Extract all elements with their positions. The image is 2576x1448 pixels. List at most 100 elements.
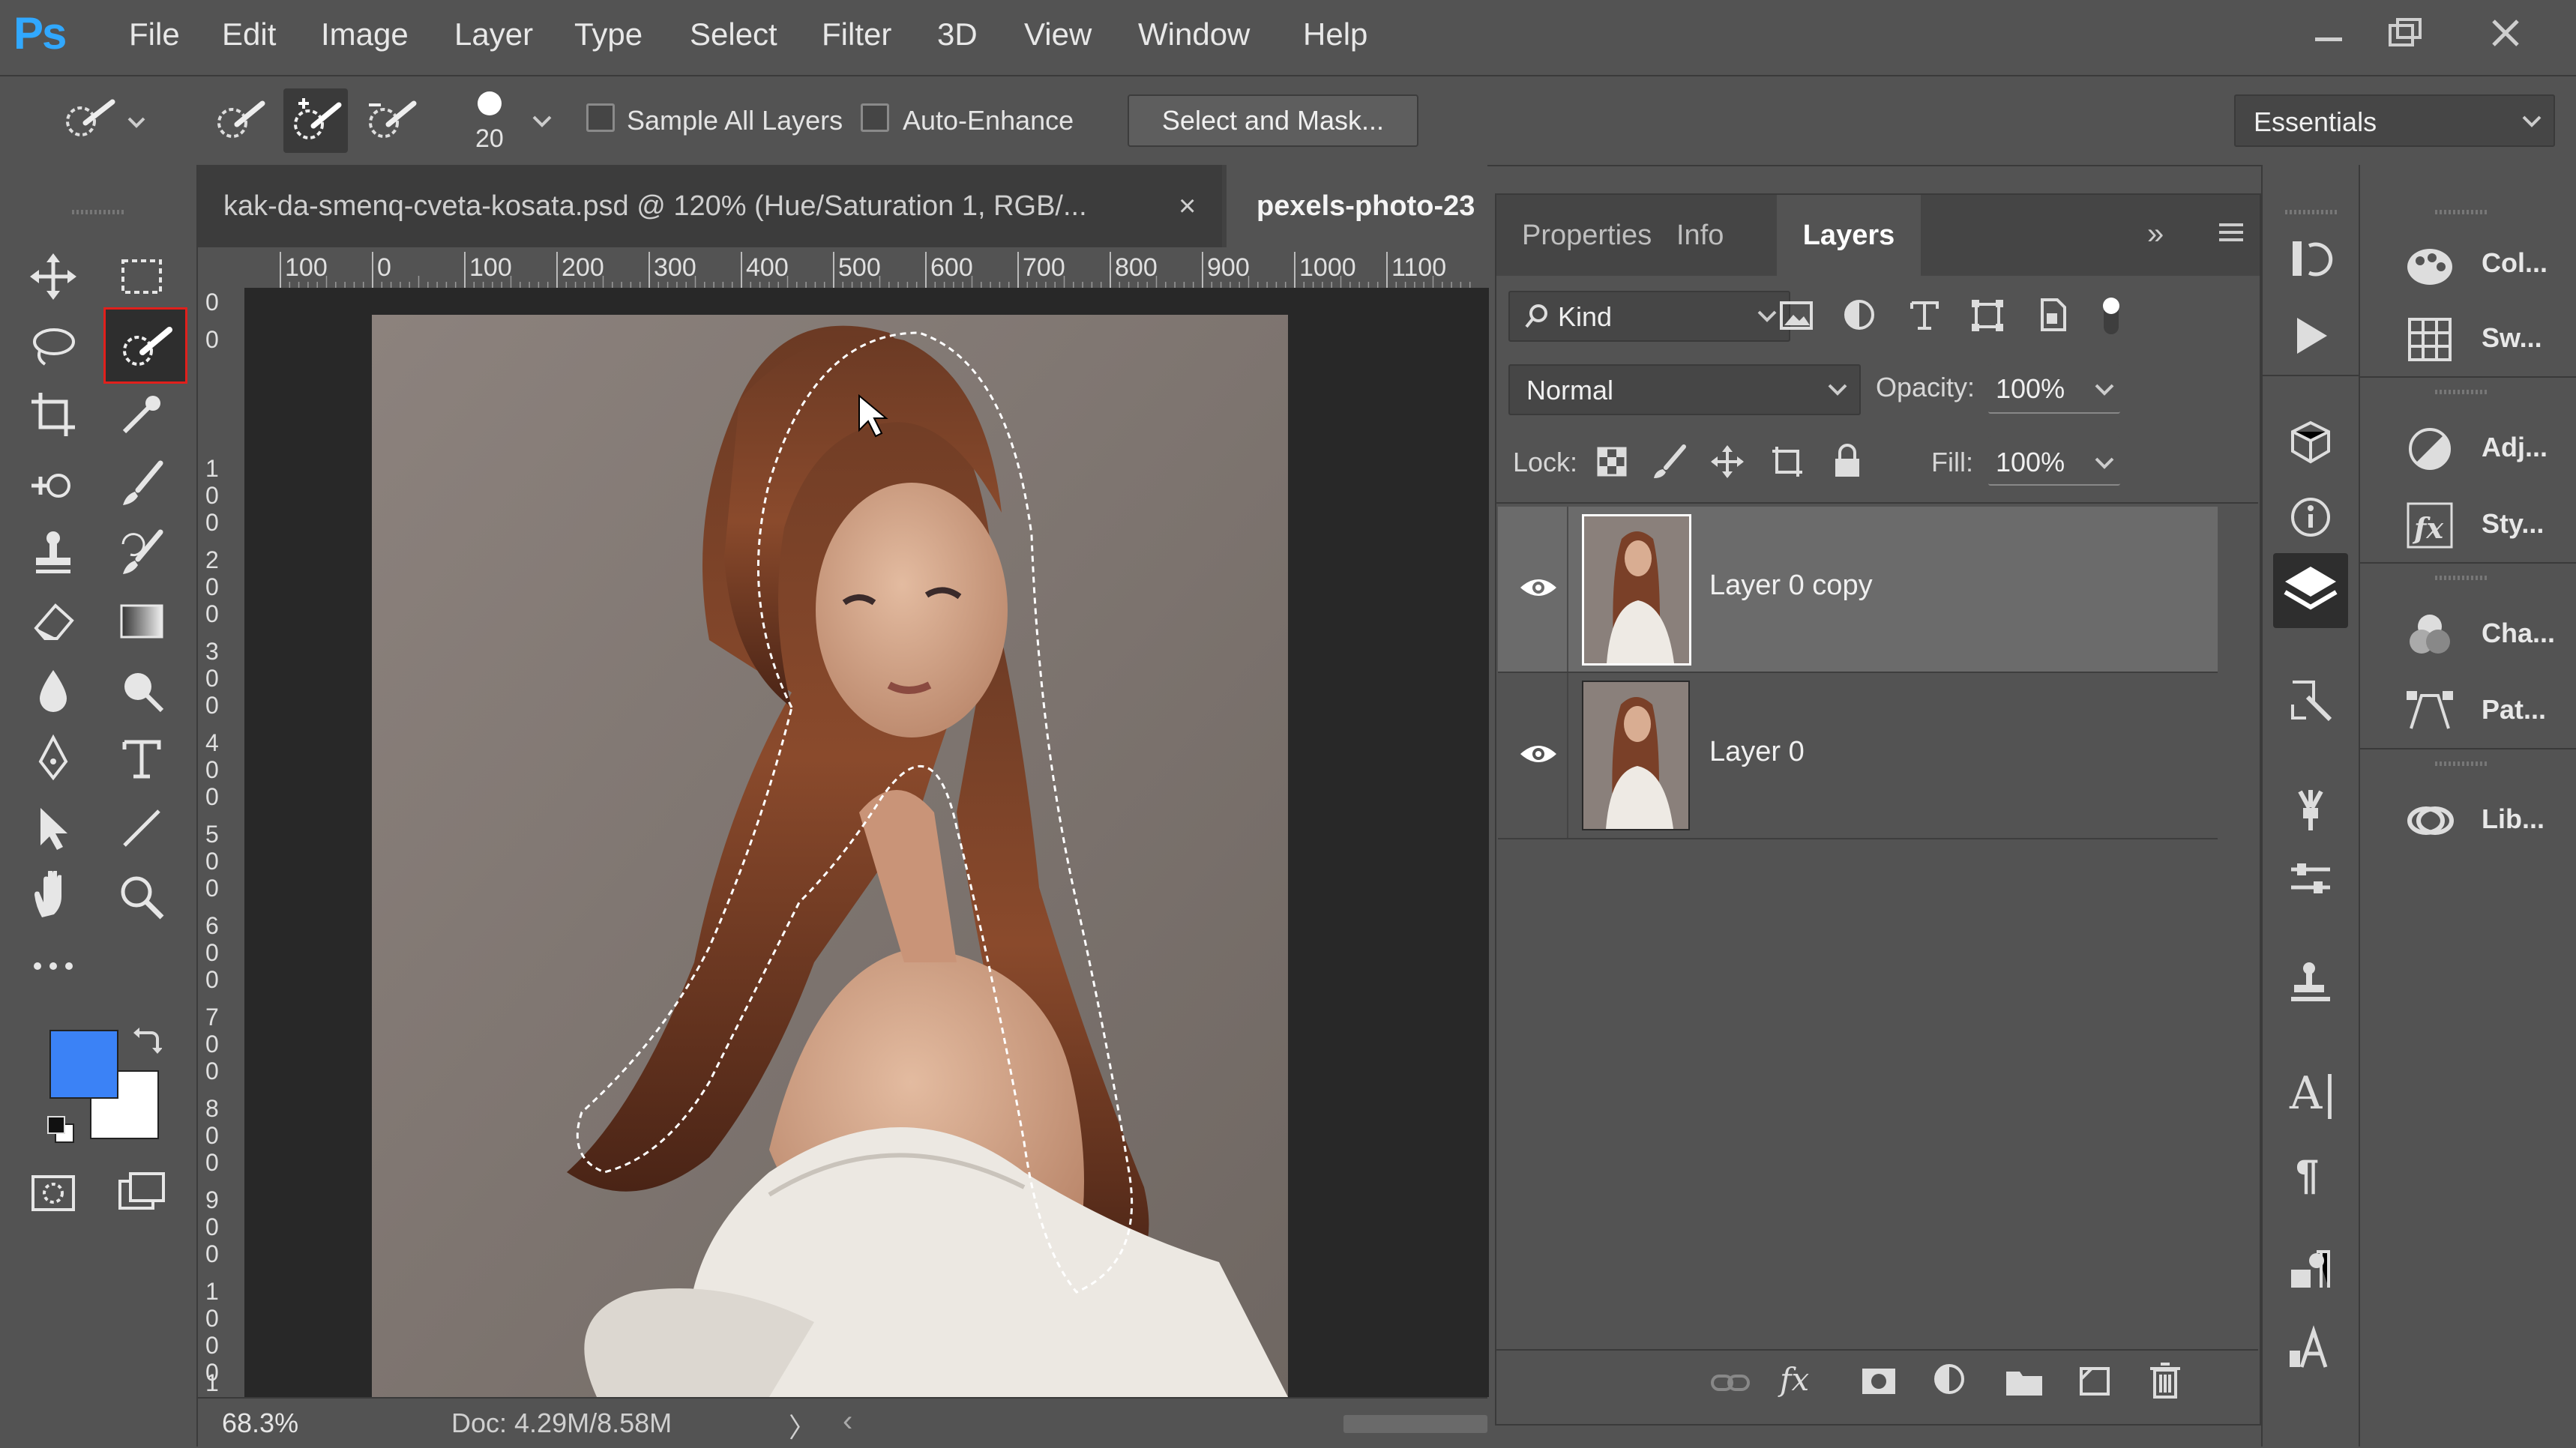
paths-panel-button[interactable]: Pat... (2372, 681, 2575, 740)
eye-icon[interactable] (1517, 740, 1559, 767)
adjustments-panel-button[interactable]: Adj... (2372, 418, 2575, 478)
lock-position-icon[interactable] (1709, 444, 1745, 480)
history-brush-icon[interactable] (108, 520, 175, 585)
filter-shape-icon[interactable] (1969, 297, 2006, 334)
toolbox-grip[interactable] (72, 210, 124, 214)
brush-size-value[interactable]: 20 (475, 124, 504, 154)
filter-adjustment-icon[interactable] (1841, 297, 1879, 334)
brush-preview-icon[interactable] (471, 88, 508, 118)
subtract-from-selection-mode-icon[interactable] (361, 94, 421, 147)
menu-window[interactable]: Window (1138, 16, 1250, 52)
lock-transparent-pixels-icon[interactable] (1594, 444, 1630, 480)
panel-grip[interactable] (2435, 576, 2488, 580)
filter-pixel-icon[interactable] (1775, 297, 1820, 334)
character-icon[interactable]: A| (2290, 1067, 2338, 1120)
menu-help[interactable]: Help (1303, 16, 1367, 52)
menu-image[interactable]: Image (321, 16, 409, 52)
path-selection-icon[interactable] (19, 796, 87, 860)
swatches-panel-button[interactable]: Sw... (2372, 309, 2575, 369)
restore-icon[interactable] (2368, 7, 2443, 60)
history-icon[interactable] (2287, 235, 2335, 283)
line-icon[interactable] (108, 796, 175, 860)
menu-filter[interactable]: Filter (822, 16, 891, 52)
panel-menu-icon[interactable] (2218, 220, 2245, 247)
tool-preset-picker[interactable] (51, 94, 156, 147)
menu-3d[interactable]: 3D (937, 16, 978, 52)
lock-artboard-icon[interactable] (1769, 444, 1805, 480)
new-selection-mode-icon[interactable] (210, 94, 270, 147)
move-icon[interactable] (19, 244, 87, 309)
brush-settings-icon[interactable] (2287, 854, 2335, 902)
brushes-icon[interactable] (2287, 785, 2335, 833)
layer-name[interactable]: Layer 0 (1709, 736, 1805, 768)
new-adjustment-layer-icon[interactable] (1931, 1361, 1970, 1400)
brush-presets-icon[interactable] (2285, 675, 2336, 725)
brush-icon[interactable] (108, 451, 175, 516)
workspace-dropdown[interactable]: Essentials (2234, 94, 2555, 147)
menu-file[interactable]: File (129, 16, 180, 52)
close-tab-icon[interactable]: × (1179, 165, 1196, 247)
pen-icon[interactable] (19, 727, 87, 791)
lock-image-pixels-icon[interactable] (1652, 444, 1688, 480)
tab-properties[interactable]: Properties (1522, 195, 1652, 276)
quick-mask-icon[interactable] (19, 1160, 87, 1225)
type-icon[interactable] (108, 727, 175, 791)
color-panel-button[interactable]: Col... (2372, 234, 2575, 294)
rectangular-marquee-icon[interactable] (108, 244, 175, 309)
menu-select[interactable]: Select (690, 16, 777, 52)
clone-source-icon[interactable] (2287, 958, 2335, 1006)
actions-play-icon[interactable] (2287, 312, 2335, 360)
eye-icon[interactable] (1517, 574, 1559, 601)
zoom-level[interactable]: 68.3% (222, 1408, 298, 1439)
minimize-icon[interactable] (2291, 7, 2366, 60)
blur-icon[interactable] (19, 658, 87, 723)
close-icon[interactable] (2468, 7, 2543, 60)
document-tab-psd[interactable]: kak-da-smenq-cveta-kosata.psd @ 120% (Hu… (198, 165, 1222, 247)
3d-icon[interactable] (2287, 418, 2335, 466)
libraries-panel-button[interactable]: Lib... (2372, 790, 2575, 850)
layers-icon-button[interactable] (2273, 553, 2348, 628)
layer-thumbnail[interactable] (1582, 681, 1690, 830)
menu-layer[interactable]: Layer (454, 16, 533, 52)
menu-edit[interactable]: Edit (222, 16, 276, 52)
panel-grip[interactable] (2285, 210, 2338, 214)
paragraph-icon[interactable]: ¶ (2296, 1150, 2319, 1198)
lasso-icon[interactable] (19, 313, 87, 378)
link-layers-icon[interactable] (1708, 1364, 1753, 1402)
foreground-color-swatch[interactable] (49, 1030, 118, 1099)
add-mask-icon[interactable] (1859, 1363, 1898, 1400)
character-styles-icon[interactable] (2287, 1324, 2335, 1372)
menu-type[interactable]: Type (574, 16, 643, 52)
tab-info[interactable]: Info (1676, 195, 1724, 276)
photo-image[interactable] (244, 288, 1489, 1397)
eraser-icon[interactable] (19, 589, 87, 654)
dodge-icon[interactable] (108, 658, 175, 723)
tab-layers[interactable]: Layers (1777, 195, 1921, 276)
layer-row[interactable]: Layer 0 copy (1498, 507, 2218, 673)
info-icon[interactable] (2287, 493, 2335, 541)
status-menu-arrow[interactable]: 〉 (789, 1406, 816, 1445)
blend-mode-dropdown[interactable]: Normal (1508, 364, 1861, 415)
crop-icon[interactable] (19, 382, 87, 447)
new-group-folder-icon[interactable] (2003, 1363, 2045, 1400)
auto-enhance-checkbox[interactable] (861, 103, 889, 132)
document-canvas[interactable] (244, 288, 1489, 1397)
default-colors-icon[interactable] (46, 1115, 76, 1145)
sample-all-layers-checkbox[interactable] (586, 103, 615, 132)
panel-grip[interactable] (2435, 761, 2488, 766)
filter-toggle-icon[interactable] (2096, 294, 2126, 339)
expand-panel-icon[interactable]: » (2147, 217, 2164, 251)
gradient-icon[interactable] (108, 589, 175, 654)
styles-panel-button[interactable]: fx Sty... (2372, 495, 2575, 555)
screen-mode-icon[interactable] (108, 1160, 175, 1225)
layer-row[interactable]: Layer 0 (1498, 673, 2218, 839)
menu-view[interactable]: View (1024, 16, 1092, 52)
fill-field[interactable]: 100% (1988, 436, 2120, 486)
hand-icon[interactable] (19, 865, 87, 929)
spot-healing-icon[interactable] (19, 451, 87, 516)
filter-type-icon[interactable] (1906, 297, 1943, 334)
horizontal-scrollbar[interactable] (1343, 1415, 1487, 1433)
zoom-icon[interactable] (108, 865, 175, 929)
chevron-down-icon[interactable] (531, 112, 553, 130)
panel-grip[interactable] (2435, 390, 2488, 394)
